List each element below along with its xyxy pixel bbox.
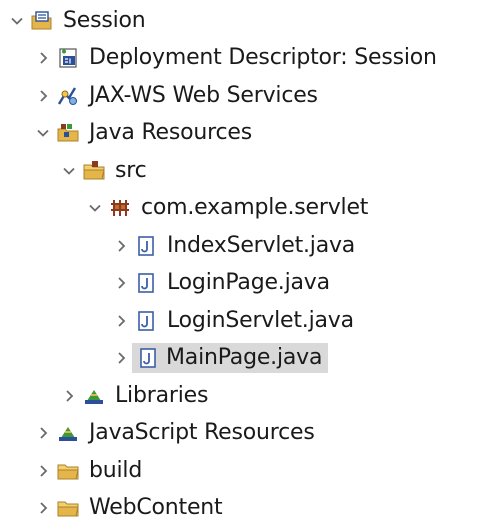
chevron-right-icon[interactable]: [58, 385, 80, 407]
chevron-down-icon[interactable]: [84, 197, 106, 219]
web-services-icon: [56, 84, 80, 108]
tree-node-label: build: [89, 457, 143, 483]
java-file-icon: [134, 234, 158, 258]
java-file-icon: [136, 346, 160, 370]
tree-node-label: Libraries: [115, 382, 209, 408]
chevron-right-icon[interactable]: [110, 272, 132, 294]
tree-node-file-index-servlet[interactable]: IndexServlet.java: [0, 227, 504, 265]
libraries-icon: [82, 384, 106, 408]
tree-node-label: MainPage.java: [166, 345, 323, 371]
chevron-right-icon[interactable]: [32, 47, 54, 69]
tree-node-label: Deployment Descriptor: Session: [89, 45, 437, 71]
source-folder-icon: [82, 159, 106, 183]
tree-node-label: Session: [63, 7, 146, 33]
chevron-right-icon[interactable]: [32, 422, 54, 444]
project-explorer-tree: Session Deployment Descriptor: Session J…: [0, 2, 504, 527]
tree-node-libraries[interactable]: Libraries: [0, 377, 504, 415]
tree-node-file-login-servlet[interactable]: LoginServlet.java: [0, 302, 504, 340]
tree-node-label: src: [115, 157, 147, 183]
tree-node-label: JAX-WS Web Services: [89, 82, 318, 108]
chevron-down-icon[interactable]: [32, 122, 54, 144]
tree-node-src[interactable]: src: [0, 152, 504, 190]
tree-node-build[interactable]: build: [0, 452, 504, 490]
selected-item-highlight[interactable]: MainPage.java: [132, 343, 329, 374]
chevron-right-icon[interactable]: [110, 235, 132, 257]
java-resources-icon: [56, 121, 80, 145]
chevron-down-icon[interactable]: [6, 10, 28, 32]
tree-node-label: JavaScript Resources: [89, 420, 315, 446]
tree-node-file-main-page[interactable]: MainPage.java: [0, 340, 504, 378]
web-project-icon: [30, 9, 54, 33]
tree-node-package[interactable]: com.example.servlet: [0, 190, 504, 228]
java-file-icon: [134, 271, 158, 295]
chevron-right-icon[interactable]: [110, 347, 132, 369]
deployment-descriptor-icon: [56, 46, 80, 70]
chevron-right-icon[interactable]: [32, 460, 54, 482]
tree-node-session[interactable]: Session: [0, 2, 504, 40]
chevron-down-icon[interactable]: [58, 160, 80, 182]
tree-node-label: com.example.servlet: [141, 195, 369, 221]
tree-node-label: LoginPage.java: [167, 270, 330, 296]
tree-node-file-login-page[interactable]: LoginPage.java: [0, 265, 504, 303]
tree-node-label: LoginServlet.java: [167, 307, 354, 333]
tree-node-jaxws-web-services[interactable]: JAX-WS Web Services: [0, 77, 504, 115]
tree-node-java-resources[interactable]: Java Resources: [0, 115, 504, 153]
chevron-right-icon[interactable]: [32, 497, 54, 519]
tree-node-javascript-resources[interactable]: JavaScript Resources: [0, 415, 504, 453]
tree-node-webcontent[interactable]: WebContent: [0, 490, 504, 528]
chevron-right-icon[interactable]: [32, 85, 54, 107]
tree-node-label: WebContent: [89, 495, 223, 521]
tree-node-label: Java Resources: [89, 120, 253, 146]
folder-icon: [56, 496, 80, 520]
package-icon: [108, 196, 132, 220]
tree-node-deployment-descriptor[interactable]: Deployment Descriptor: Session: [0, 40, 504, 78]
javascript-resources-icon: [56, 421, 80, 445]
chevron-right-icon[interactable]: [110, 310, 132, 332]
folder-icon: [56, 459, 80, 483]
tree-node-label: IndexServlet.java: [167, 232, 356, 258]
java-file-icon: [134, 309, 158, 333]
